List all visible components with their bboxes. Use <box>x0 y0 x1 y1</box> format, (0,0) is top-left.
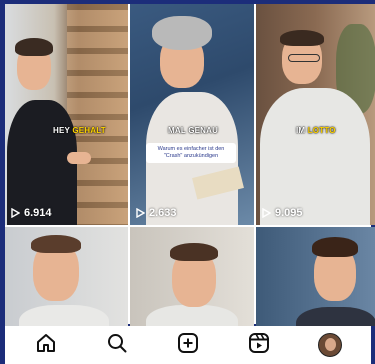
view-count: 2.633 <box>136 207 177 219</box>
play-icon <box>136 208 145 218</box>
reel-tile-5[interactable] <box>130 227 254 326</box>
avatar <box>317 333 342 357</box>
caption-box: Warum es einfacher ist den "Crash" anzuk… <box>146 143 236 163</box>
reel-tile-3[interactable]: IM LOTTO 9.095 <box>256 4 375 225</box>
view-count: 9.095 <box>262 207 303 219</box>
reel-caption: HEY GEHALT <box>53 126 106 135</box>
reel-caption: MAL GENAU <box>168 126 219 135</box>
reel-tile-2[interactable]: MAL GENAU Warum es einfacher ist den "Cr… <box>130 4 254 225</box>
reels-icon <box>248 332 270 359</box>
app-frame: HEY GEHALT 6.914 MAL GENAU Warum es einf… <box>0 0 375 364</box>
reel-tile-1[interactable]: HEY GEHALT 6.914 <box>5 4 128 225</box>
bottom-nav <box>5 326 371 364</box>
profile-button[interactable] <box>315 330 345 360</box>
reels-grid: HEY GEHALT 6.914 MAL GENAU Warum es einf… <box>5 4 375 326</box>
play-icon <box>262 208 271 218</box>
reel-tile-6[interactable] <box>256 227 375 326</box>
home-button[interactable] <box>31 330 61 360</box>
search-button[interactable] <box>102 330 132 360</box>
reel-caption: IM LOTTO <box>296 126 336 135</box>
search-icon <box>106 332 128 359</box>
play-icon <box>11 208 20 218</box>
reel-tile-4[interactable] <box>5 227 128 326</box>
reels-button[interactable] <box>244 330 274 360</box>
view-count: 6.914 <box>11 207 52 219</box>
home-icon <box>35 332 57 359</box>
create-icon <box>177 332 199 359</box>
create-button[interactable] <box>173 330 203 360</box>
